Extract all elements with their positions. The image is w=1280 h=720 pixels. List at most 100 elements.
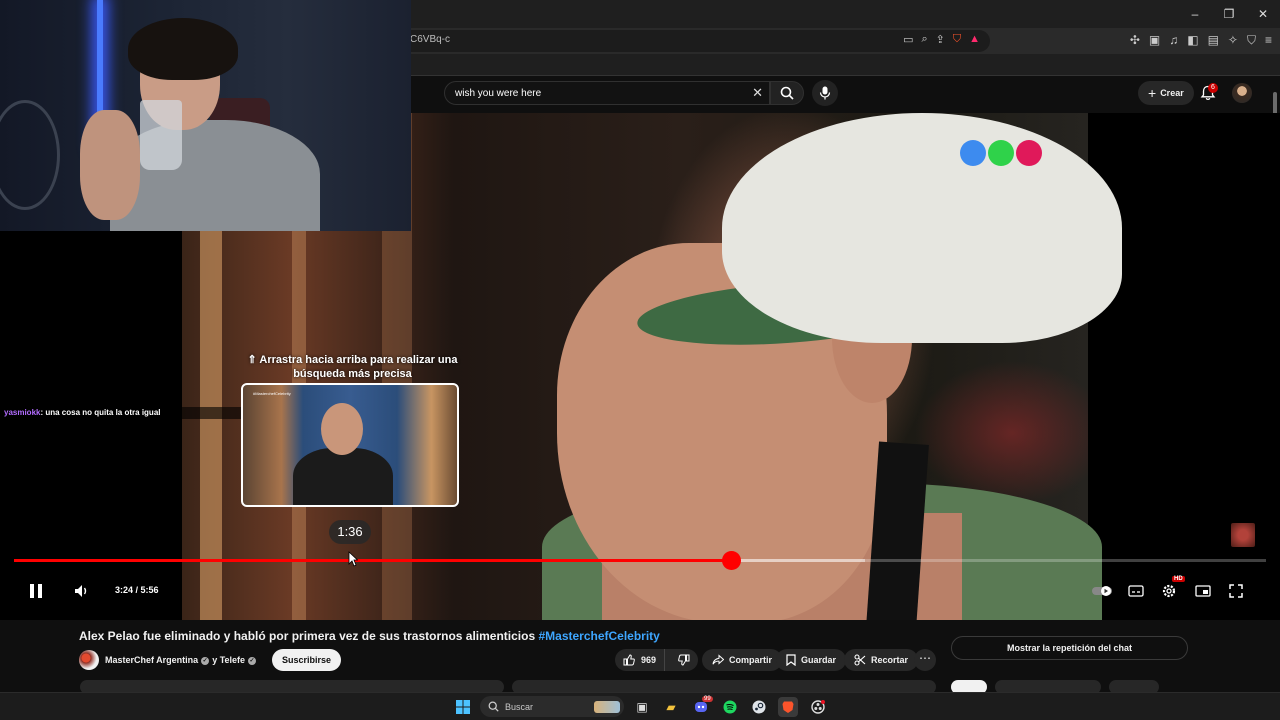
drag-search-hint: ⇑ Arrastra hacia arriba para realizar un…: [240, 353, 465, 381]
clip-label: Recortar: [871, 655, 909, 665]
miniplayer-icon: [1195, 585, 1211, 597]
extensions-icon[interactable]: ✣: [1130, 33, 1140, 48]
time-separator: /: [133, 585, 141, 595]
address-url[interactable]: C6VBq-c: [410, 34, 450, 45]
preview-person: [293, 403, 393, 505]
brave-logo-icon: [782, 701, 794, 713]
share-page-icon[interactable]: ⇪: [936, 33, 945, 46]
seek-time-tooltip: 1:36: [329, 520, 371, 544]
taskbar-search[interactable]: Buscar: [480, 696, 624, 717]
search-highlight-image: [594, 700, 620, 713]
windows-taskbar: Buscar ▣ ▰ 99: [0, 692, 1280, 720]
thumbs-down-icon: [678, 654, 690, 666]
sidebar-icon[interactable]: ◧: [1187, 33, 1198, 48]
time-display: 3:24 / 5:56: [115, 585, 159, 595]
close-window-button[interactable]: ✕: [1246, 0, 1280, 28]
subscribe-button[interactable]: Suscribirse: [272, 649, 342, 671]
like-count: 969: [641, 655, 657, 665]
account-avatar[interactable]: [1232, 83, 1252, 103]
file-explorer-icon[interactable]: ▰: [661, 697, 681, 717]
search-button[interactable]: [770, 81, 804, 105]
share-icon: [712, 654, 724, 665]
leo-ai-icon[interactable]: ✧: [1228, 33, 1238, 48]
screenshot-icon[interactable]: ▣: [1149, 33, 1160, 48]
logo-dot-blue: [960, 140, 986, 166]
task-view-icon[interactable]: ▣: [632, 697, 652, 717]
verified-check-icon: ✓: [201, 656, 210, 665]
drinking-cup: [140, 100, 182, 170]
show-chat-replay-button[interactable]: Mostrar la repetición del chat: [951, 636, 1188, 660]
white-cap: [722, 113, 1122, 343]
streamer-hair: [128, 18, 238, 80]
clip-button[interactable]: Recortar: [844, 649, 919, 671]
streamer-hand: [80, 110, 140, 220]
pause-icon: [30, 584, 42, 598]
like-dislike-group: 969: [615, 649, 698, 671]
zoom-icon[interactable]: ⌕: [921, 33, 927, 46]
window-controls: – ❐ ✕: [1178, 0, 1280, 28]
seek-preview-thumbnail: #MasterchefCelebrity: [241, 383, 459, 507]
media-icon[interactable]: ♫: [1169, 33, 1178, 48]
channel-connector[interactable]: y Telefe: [212, 655, 245, 665]
minimize-button[interactable]: –: [1178, 0, 1212, 28]
fullscreen-button[interactable]: [1226, 579, 1246, 603]
mouse-cursor-icon: [348, 551, 358, 567]
brave-browser-icon[interactable]: [778, 697, 798, 717]
voice-search-button[interactable]: [812, 80, 838, 106]
volume-button[interactable]: [72, 579, 92, 603]
video-title: Alex Pelao fue eliminado y habló por pri…: [79, 629, 660, 643]
channel-name[interactable]: MasterChef Argentina: [105, 655, 198, 665]
windows-start-button[interactable]: [453, 697, 473, 717]
clear-search-icon[interactable]: ✕: [752, 85, 763, 101]
webcam-overlay: [0, 0, 411, 231]
more-actions-button[interactable]: ⋯: [914, 649, 936, 671]
menu-icon[interactable]: ≡: [1265, 33, 1272, 48]
screen: – ❐ ✕ C6VBq-c ▭ ⌕ ⇪ ⛉ ▲ ✣ ▣ ♫ ◧ ▤ ✧ ⛉ ≡: [0, 0, 1280, 720]
wallet-icon[interactable]: ▤: [1208, 33, 1219, 48]
brave-shield-icon[interactable]: ⛉: [953, 33, 961, 46]
search-icon: [780, 86, 794, 100]
steam-icon[interactable]: [749, 697, 769, 717]
video-info: Alex Pelao fue eliminado y habló por pri…: [0, 620, 1280, 694]
gear-icon: [1162, 584, 1176, 598]
search-query[interactable]: wish you were here: [455, 88, 541, 99]
obs-icon[interactable]: [808, 697, 828, 717]
restore-button[interactable]: ❐: [1212, 0, 1246, 28]
dislike-button[interactable]: [670, 649, 698, 671]
volume-icon: [75, 585, 87, 597]
miniplayer-button[interactable]: [1193, 579, 1213, 603]
obs-logo-icon: [811, 700, 825, 714]
save-label: Guardar: [801, 655, 837, 665]
subtitles-button[interactable]: [1126, 579, 1146, 603]
like-button[interactable]: 969: [615, 649, 666, 671]
drag-hint-line2: búsqueda más precisa: [293, 368, 412, 380]
vpn-icon[interactable]: ⛉: [1247, 33, 1256, 48]
bookmark-icon: [786, 654, 796, 666]
subtitles-icon: [1128, 585, 1144, 597]
pause-button[interactable]: [26, 579, 46, 603]
progress-played: [14, 559, 732, 562]
address-bar-icons: ▭ ⌕ ⇪ ⛉ ▲: [903, 33, 980, 46]
drag-hint-line1: ⇑ Arrastra hacia arriba para realizar un…: [247, 354, 458, 366]
brave-rewards-icon[interactable]: ▲: [969, 33, 980, 46]
channel-avatar[interactable]: [79, 650, 99, 670]
discord-badge: 99: [702, 696, 713, 702]
chat-username: yasmiokk: [4, 408, 41, 417]
telefe-logo: [960, 140, 1042, 166]
video-title-hashtag[interactable]: #MasterchefCelebrity: [538, 629, 659, 643]
create-button[interactable]: + Crear: [1138, 81, 1194, 105]
spotify-icon[interactable]: [720, 697, 740, 717]
channel-names: MasterChef Argentina ✓ y Telefe ✓: [105, 655, 259, 665]
create-label: Crear: [1160, 88, 1184, 98]
fullscreen-icon: [1229, 584, 1243, 598]
autoplay-toggle[interactable]: [1090, 579, 1114, 603]
search-input[interactable]: wish you were here ✕: [444, 81, 770, 105]
share-label: Compartir: [729, 655, 773, 665]
cast-icon[interactable]: ▭: [903, 33, 913, 46]
save-button[interactable]: Guardar: [776, 649, 847, 671]
windows-logo-icon: [456, 700, 470, 714]
share-button[interactable]: Compartir: [702, 649, 783, 671]
steam-logo-icon: [752, 700, 766, 714]
fan-shape: [0, 100, 60, 210]
settings-button[interactable]: [1159, 579, 1179, 603]
